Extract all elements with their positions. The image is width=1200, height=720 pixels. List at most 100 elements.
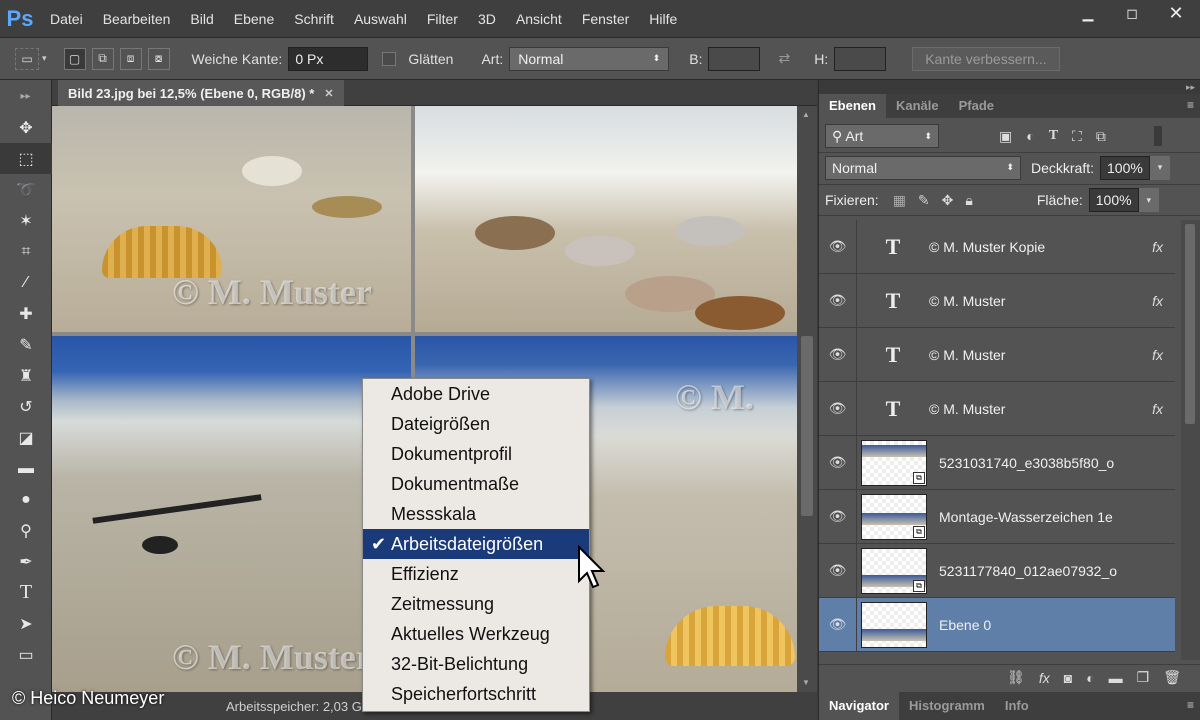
new-layer-icon[interactable]: ❐ (1137, 669, 1150, 686)
menu-item-3d[interactable]: 3D (468, 0, 506, 38)
layer-row[interactable]: 👁︎ Ebene 0 (819, 597, 1175, 652)
layers-scrollbar[interactable] (1181, 220, 1200, 660)
intersect-selection-icon[interactable]: ⧇ (147, 47, 170, 70)
menu-item-ansicht[interactable]: Ansicht (506, 0, 572, 38)
layers-scrollbar-thumb[interactable] (1185, 224, 1195, 424)
visibility-eye-icon[interactable]: 👁︎ (819, 543, 857, 598)
lasso-tool-icon[interactable]: ➰ (0, 174, 52, 205)
eraser-tool-icon[interactable]: ◪ (0, 422, 52, 453)
add-selection-icon[interactable]: ⧉ (91, 47, 114, 70)
style-select[interactable]: Normal ⬍ (509, 46, 670, 71)
clone-stamp-tool-icon[interactable]: ♜ (0, 360, 52, 391)
minimize-icon[interactable]: ▁ (1066, 0, 1110, 26)
layer-row[interactable]: 👁︎ T © M. Muster fx (819, 327, 1175, 382)
marquee-tool-icon[interactable]: ⬚ (0, 143, 52, 174)
rectangle-tool-icon[interactable]: ▭ (0, 639, 52, 670)
tab-navigator[interactable]: Navigator (819, 692, 899, 720)
adjustment-layer-icon[interactable]: ◐ (1086, 670, 1094, 686)
blur-tool-icon[interactable]: ● (0, 484, 52, 515)
menu-item-filter[interactable]: Filter (417, 0, 468, 38)
pen-tool-icon[interactable]: ✒ (0, 546, 52, 577)
feather-input[interactable] (288, 46, 369, 71)
menu-item-bild[interactable]: Bild (180, 0, 223, 38)
fill-dropdown-icon[interactable]: ▾ (1138, 188, 1159, 212)
scroll-up-icon[interactable]: ▲ (802, 110, 810, 119)
scrollbar-thumb[interactable] (801, 336, 813, 516)
tab-kanäle[interactable]: Kanäle (886, 94, 949, 118)
document-tab[interactable]: Bild 23.jpg bei 12,5% (Ebene 0, RGB/8) *… (58, 80, 344, 106)
marquee-tool-preset-icon[interactable]: ▭ (15, 47, 39, 70)
status-menu-item[interactable]: Dokumentmaße (363, 469, 589, 499)
canvas-vertical-scrollbar[interactable]: ▲ ▼ (797, 106, 817, 692)
move-tool-icon[interactable]: ✥ (0, 112, 52, 143)
panel-collapse-icon[interactable]: ▸▸ (0, 80, 51, 112)
filter-pixel-icon[interactable]: ▣ (999, 128, 1012, 145)
layer-effects-icon[interactable]: fx (1152, 347, 1163, 363)
tab-info[interactable]: Info (995, 692, 1039, 720)
close-tab-icon[interactable]: ✕ (324, 87, 333, 100)
width-input[interactable] (708, 46, 761, 71)
close-icon[interactable]: ✕ (1154, 0, 1198, 26)
status-menu-item[interactable]: Adobe Drive (363, 379, 589, 409)
opacity-input[interactable]: 100% (1100, 155, 1151, 180)
visibility-eye-icon[interactable]: 👁︎ (819, 381, 857, 436)
menu-item-fenster[interactable]: Fenster (572, 0, 639, 38)
status-menu-item[interactable]: Aktuelles Werkzeug (363, 619, 589, 649)
lock-position-icon[interactable]: ✥ (942, 192, 954, 209)
tab-ebenen[interactable]: Ebenen (819, 94, 886, 118)
dodge-tool-icon[interactable]: ⚲ (0, 515, 52, 546)
antialias-checkbox[interactable] (382, 51, 397, 66)
menu-item-auswahl[interactable]: Auswahl (344, 0, 417, 38)
visibility-eye-icon[interactable]: 👁︎ (819, 597, 857, 652)
link-layers-icon[interactable]: ⛓ (1007, 669, 1025, 686)
height-input[interactable] (834, 46, 887, 71)
visibility-eye-icon[interactable]: 👁︎ (819, 489, 857, 544)
lock-image-icon[interactable]: ✎ (918, 192, 930, 209)
filter-shape-icon[interactable]: ⛶ (1072, 128, 1082, 145)
layer-row[interactable]: 👁︎ ⧉ 5231031740_e3038b5f80_o (819, 435, 1175, 490)
chevron-down-icon[interactable]: ▾ (42, 53, 47, 64)
delete-layer-icon[interactable]: 🗑︎ (1163, 669, 1181, 686)
type-tool-icon[interactable]: T (0, 577, 52, 608)
panel-menu-icon-2[interactable]: ≡ (1187, 698, 1194, 712)
add-mask-icon[interactable]: ◙ (1064, 670, 1072, 686)
filter-type-icon[interactable]: T (1049, 128, 1058, 144)
brush-tool-icon[interactable]: ✎ (0, 329, 52, 360)
layer-filter-select[interactable]: ⚲ Art ⬍ (825, 124, 939, 148)
panel-collapse-icon-2[interactable]: ▸▸ (1186, 82, 1195, 93)
healing-brush-tool-icon[interactable]: ✚ (0, 298, 52, 329)
layer-row[interactable]: 👁︎ T © M. Muster fx (819, 381, 1175, 436)
status-menu-item[interactable]: Speicherfortschritt (363, 679, 589, 709)
layer-row[interactable]: 👁︎ ⧉ Montage-Wasserzeichen 1e (819, 489, 1175, 544)
tab-histogramm[interactable]: Histogramm (899, 692, 995, 720)
status-menu-item[interactable]: Dokumentprofil (363, 439, 589, 469)
layer-row[interactable]: 👁︎ ⧉ 5231177840_012ae07932_o (819, 543, 1175, 598)
filter-adjustment-icon[interactable]: ◐ (1026, 128, 1034, 144)
menu-item-hilfe[interactable]: Hilfe (639, 0, 687, 38)
subtract-selection-icon[interactable]: ⧈ (119, 47, 142, 70)
status-menu-item[interactable]: Dateigrößen (363, 409, 589, 439)
status-menu-item[interactable]: Messskala (363, 499, 589, 529)
opacity-dropdown-icon[interactable]: ▾ (1150, 155, 1171, 180)
status-menu-item[interactable]: ✔ Arbeitsdateigrößen (363, 529, 589, 559)
layer-effects-icon[interactable]: fx (1152, 293, 1163, 309)
menu-item-schrift[interactable]: Schrift (284, 0, 344, 38)
swap-icon[interactable]: ⇄ (778, 50, 790, 67)
lock-all-icon[interactable]: 🔒︎ (965, 192, 972, 209)
blend-mode-select[interactable]: Normal ⬍ (825, 155, 1021, 180)
status-menu-item[interactable]: 32-Bit-Belichtung (363, 649, 589, 679)
menu-item-bearbeiten[interactable]: Bearbeiten (93, 0, 181, 38)
eyedropper-tool-icon[interactable]: ⁄ (0, 267, 52, 298)
menu-item-ebene[interactable]: Ebene (224, 0, 284, 38)
tab-pfade[interactable]: Pfade (949, 94, 1004, 118)
maximize-icon[interactable]: ◻ (1110, 0, 1154, 26)
layer-effects-icon[interactable]: fx (1152, 239, 1163, 255)
magic-wand-tool-icon[interactable]: ✶ (0, 205, 52, 236)
new-group-icon[interactable]: ▬ (1109, 670, 1123, 686)
visibility-eye-icon[interactable]: 👁︎ (819, 219, 857, 274)
panel-menu-icon[interactable]: ≡ (1187, 98, 1194, 112)
menu-item-datei[interactable]: Datei (40, 0, 93, 38)
status-menu-item[interactable]: Zeitmessung (363, 589, 589, 619)
fill-input[interactable]: 100% (1088, 188, 1139, 212)
history-brush-tool-icon[interactable]: ↺ (0, 391, 52, 422)
